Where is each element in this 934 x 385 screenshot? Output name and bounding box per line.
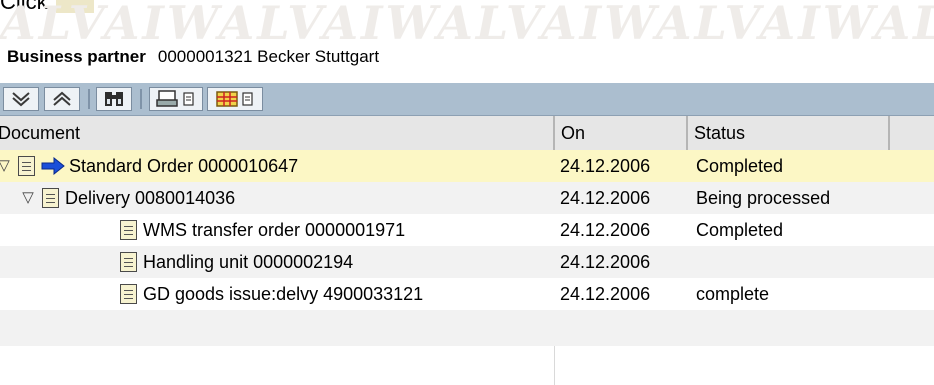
document-icon	[120, 220, 137, 240]
collapse-all-button[interactable]	[44, 87, 80, 111]
business-partner-value: 0000001321 Becker Stuttgart	[157, 47, 380, 66]
layout-icon	[216, 91, 238, 107]
current-document-arrow-icon	[41, 157, 65, 175]
document-link[interactable]: Standard Order 0000010647	[69, 150, 298, 182]
document-icon	[120, 284, 137, 304]
date-cell: 24.12.2006	[560, 156, 651, 176]
empty-row	[0, 310, 934, 346]
status-cell: Completed	[696, 156, 784, 176]
document-cell[interactable]: WMS transfer order 0000001971	[0, 214, 548, 246]
grid-header: Document On Status	[0, 116, 934, 150]
document-cell[interactable]: Handling unit 0000002194	[0, 246, 548, 278]
expand-all-button[interactable]	[3, 87, 39, 111]
toolbar-separator	[88, 89, 90, 109]
find-icon	[105, 92, 123, 106]
status-cell	[696, 246, 886, 278]
document-cell[interactable]: ▽ Delivery 0080014036	[0, 182, 548, 214]
toolbar-separator	[140, 89, 142, 109]
table-row[interactable]: WMS transfer order 0000001971 24.12.2006…	[0, 214, 934, 246]
document-link[interactable]: WMS transfer order 0000001971	[143, 214, 405, 246]
watermark: ALVAIWALVAIWALVAIWALVAIWALVAIW	[0, 2, 934, 44]
layout-button[interactable]	[207, 87, 263, 111]
table-row[interactable]: ▽ Delivery 0080014036 24.12.2006 Being p…	[0, 182, 934, 214]
date-cell: 24.12.2006	[560, 220, 651, 240]
document-link[interactable]: Delivery 0080014036	[65, 182, 235, 214]
document-icon	[18, 156, 35, 176]
column-header-document[interactable]: Document	[0, 116, 555, 150]
column-header-on[interactable]: On	[555, 116, 688, 150]
document-cell[interactable]: GD goods issue:delvy 4900033121	[0, 278, 548, 310]
table-row[interactable]: GD goods issue:delvy 4900033121 24.12.20…	[0, 278, 934, 310]
table-row[interactable]: ▽ Standard Order 0000010647 24.12.2006 C…	[0, 150, 934, 182]
date-cell: 24.12.2006	[560, 284, 651, 304]
document-link[interactable]: GD goods issue:delvy 4900033121	[143, 278, 423, 310]
table-row[interactable]: Handling unit 0000002194 24.12.2006	[0, 246, 934, 278]
collapse-all-icon	[53, 91, 71, 106]
status-cell: Completed	[696, 220, 784, 240]
business-partner-label: Business partner	[7, 47, 146, 66]
print-icon	[156, 90, 178, 107]
layout-menu-icon	[242, 92, 253, 106]
business-partner-line: Business partner 0000001321 Becker Stutt…	[7, 45, 379, 69]
expanded-node-icon[interactable]: ▽	[0, 150, 12, 182]
print-menu-icon	[183, 92, 194, 106]
document-link[interactable]: Handling unit 0000002194	[143, 246, 353, 278]
print-button[interactable]	[149, 87, 203, 111]
expand-all-icon	[12, 92, 30, 107]
document-icon	[42, 188, 59, 208]
status-cell: complete	[696, 284, 770, 304]
document-icon	[120, 252, 137, 272]
date-cell: 24.12.2006	[560, 188, 651, 208]
toolbar	[0, 83, 934, 116]
date-cell: 24.12.2006	[560, 252, 651, 272]
document-cell[interactable]: ▽ Standard Order 0000010647	[0, 150, 548, 182]
status-cell: Being processed	[696, 188, 831, 208]
expanded-node-icon[interactable]: ▽	[20, 182, 36, 214]
find-button[interactable]	[96, 87, 132, 111]
column-header-status[interactable]: Status	[688, 116, 890, 150]
